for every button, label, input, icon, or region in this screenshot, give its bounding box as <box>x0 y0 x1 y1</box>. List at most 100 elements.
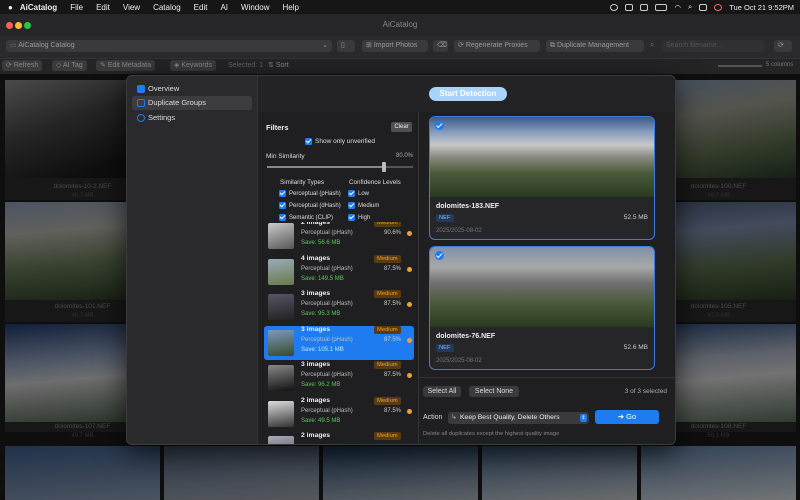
similarity-percent: 87.5% <box>384 407 402 414</box>
duplicate-group-row[interactable]: 2 images Perceptual (pHash) Save: 49.5 MB M… <box>264 396 414 431</box>
menu-edit[interactable]: Edit <box>96 3 110 12</box>
siri-icon[interactable] <box>714 3 723 11</box>
status-dot <box>407 408 412 414</box>
search-icon: ⌕ <box>650 40 655 49</box>
low-checkbox[interactable]: Low <box>348 190 369 197</box>
zoom-window-button[interactable] <box>24 22 31 29</box>
menu-edit-2[interactable]: Edit <box>194 3 208 12</box>
menu-bar: ● AiCatalog File Edit View Catalog Edit … <box>0 0 800 14</box>
format-badge: NEF <box>436 214 454 222</box>
selected-check-icon[interactable] <box>435 251 444 260</box>
clock[interactable]: Tue Oct 21 9:52PM <box>729 3 794 12</box>
duplicate-group-row[interactable]: 4 images Perceptual (pHash) Save: 149.5 MB… <box>264 254 414 289</box>
duplicate-group-row[interactable]: 3 images Perceptual (pHash) Save: 105.1 MB… <box>264 325 414 360</box>
trash-button[interactable]: ⌫ <box>433 40 448 52</box>
refresh-button[interactable]: ⟳ Refresh <box>2 60 43 71</box>
similarity-percent: 87.5% <box>384 336 402 343</box>
panel-divider <box>419 377 675 378</box>
action-select-value: Keep Best Quality, Delete Others <box>460 414 560 421</box>
checkbox-icon <box>279 202 286 209</box>
status-dot <box>407 231 412 236</box>
checkbox-icon <box>348 202 355 209</box>
sidebar-item-duplicate-groups[interactable]: Duplicate Groups <box>132 96 252 110</box>
go-button[interactable]: ➔ Go <box>595 410 659 424</box>
ai-tag-button[interactable]: ◇ AI Tag <box>52 60 87 71</box>
min-similarity-label: Min Similarity <box>266 153 305 160</box>
medium-checkbox[interactable]: Medium <box>348 202 379 209</box>
duplicate-group-list[interactable]: 2 images Perceptual (pHash) Save: 56.6 MB M… <box>258 222 419 444</box>
sort-button[interactable]: ⇅ Sort <box>268 60 289 71</box>
menu-help[interactable]: Help <box>282 3 298 12</box>
duplicate-group-row[interactable]: 3 images Perceptual (pHash) Save: 95.3 MB M… <box>264 290 414 324</box>
duplicate-management-button[interactable]: ⧉ Duplicate Management <box>546 40 644 52</box>
duplicate-groups-icon <box>137 99 145 107</box>
photo-card[interactable]: dolomites-183.NEF NEF 52.5 MB 2025/2025-… <box>429 116 655 240</box>
keywords-button[interactable]: ◈ Keywords <box>170 60 217 71</box>
refresh-label: Refresh <box>13 62 39 69</box>
sidebar-toggle-button[interactable]: ▯ <box>337 40 355 52</box>
status-icon[interactable] <box>610 3 619 11</box>
wifi-icon[interactable]: ◠ <box>674 3 681 12</box>
duplicate-group-row[interactable]: 2 images Perceptual (pHash) Save: 56.6 MB M… <box>264 222 414 253</box>
menu-ai[interactable]: AI <box>220 3 228 12</box>
photo-size: 52.6 MB <box>623 344 648 351</box>
trash-icon: ⌫ <box>437 42 447 49</box>
sidebar-item-label: Duplicate Groups <box>148 98 206 107</box>
phash-checkbox[interactable]: Perceptual (pHash) <box>279 190 341 197</box>
group-detail-panel: dolomites-183.NEF NEF 52.5 MB 2025/2025-… <box>419 112 675 444</box>
refresh-icon: ⟳ <box>458 42 466 49</box>
catalog-select[interactable]: ▭ AiCatalog Catalog ⌄ <box>6 40 332 52</box>
action-select[interactable]: ↳ Keep Best Quality, Delete Others ⇕ <box>448 412 589 424</box>
menu-window[interactable]: Window <box>241 3 269 12</box>
similarity-slider[interactable] <box>267 162 413 172</box>
group-method: Perceptual (pHash) <box>301 372 353 378</box>
refresh-library-button[interactable]: ⟳ <box>774 40 792 52</box>
search-input[interactable]: Search filename... <box>662 40 764 52</box>
sidebar-item-settings[interactable]: Settings <box>132 111 252 125</box>
menu-file[interactable]: File <box>70 3 83 12</box>
battery-icon[interactable] <box>655 3 668 11</box>
similarity-types-title: Similarity Types <box>280 179 324 186</box>
group-thumbnail <box>268 400 294 427</box>
start-detection-button[interactable]: Start Detection <box>429 87 507 101</box>
select-all-button[interactable]: Select All <box>423 386 461 397</box>
screen-icon[interactable] <box>640 3 649 11</box>
high-checkbox[interactable]: High <box>348 214 370 221</box>
duplicate-group-row[interactable]: 3 images Perceptual (pHash) Save: 96.2 MB M… <box>264 361 414 395</box>
photo-card[interactable]: dolomites-76.NEF NEF 52.6 MB 2025/2025-0… <box>429 246 655 370</box>
similarity-slider-knob[interactable] <box>381 162 386 172</box>
minimize-window-button[interactable] <box>15 22 22 29</box>
action-icon: ↳ <box>451 414 457 421</box>
selected-check-icon[interactable] <box>435 121 444 130</box>
edit-metadata-button[interactable]: ✎ Edit Metadata <box>96 60 156 71</box>
group-savings: Save: 49.5 MB <box>301 417 341 424</box>
group-method: Perceptual (pHash) <box>301 265 353 272</box>
group-image-count: 4 images <box>301 254 331 262</box>
control-center-icon[interactable] <box>699 3 708 11</box>
group-thumbnail <box>268 365 294 391</box>
menu-view[interactable]: View <box>123 3 140 12</box>
regenerate-proxies-button[interactable]: ⟳ Regenerate Proxies <box>454 40 540 52</box>
show-unverified-checkbox[interactable]: Show only unverified <box>305 138 375 145</box>
group-savings: Save: 149.5 MB <box>301 275 344 282</box>
thumbnail-size-slider[interactable] <box>718 65 762 67</box>
duplicate-group-row[interactable]: 2 images Medium <box>264 432 414 444</box>
menu-catalog[interactable]: Catalog <box>153 3 181 12</box>
sheet-sidebar: Overview Duplicate Groups Settings <box>127 76 258 444</box>
apple-icon[interactable]: ● <box>8 3 13 12</box>
clip-checkbox[interactable]: Semantic (CLIP) <box>279 214 333 221</box>
checkbox-icon <box>348 190 355 197</box>
select-none-button[interactable]: Select None <box>469 386 519 397</box>
close-window-button[interactable] <box>6 22 13 29</box>
sort-label: Sort <box>275 62 289 69</box>
photo-date: 2025/2025-08-02 <box>436 358 482 364</box>
app-menu[interactable]: AiCatalog <box>20 3 57 12</box>
confidence-badge: Medium <box>374 290 401 298</box>
display-icon[interactable] <box>625 3 634 11</box>
catalog-select-value: AiCatalog Catalog <box>18 42 75 49</box>
sidebar-item-overview[interactable]: Overview <box>132 82 252 96</box>
import-button[interactable]: ⊞ Import Photos <box>362 40 428 52</box>
clear-filters-button[interactable]: Clear <box>391 122 412 132</box>
spotlight-icon[interactable]: ⌕ <box>688 2 692 12</box>
dhash-checkbox[interactable]: Perceptual (dHash) <box>279 202 341 209</box>
